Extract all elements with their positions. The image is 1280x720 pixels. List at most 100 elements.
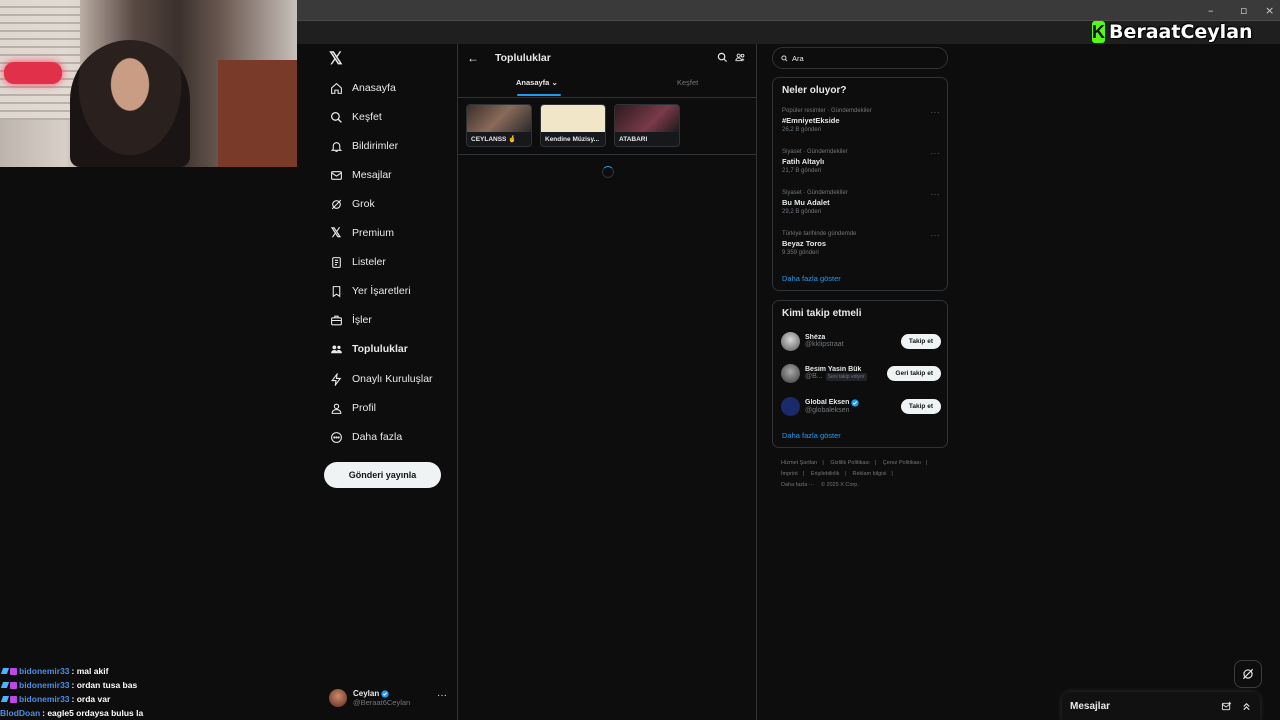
footer-links: Hizmet Şartları | Gizlilik Politikası | Çe…: [781, 458, 941, 491]
community-carousel: CEYLANSS 🤞 Kendine Müzisy... ATABARI: [466, 104, 680, 148]
avatar: [329, 689, 347, 707]
chat-text: : eagle5 ordaysa bulus la: [42, 708, 144, 718]
community-card[interactable]: CEYLANSS 🤞: [466, 104, 532, 147]
nav-item-communities[interactable]: Topluluklar: [329, 339, 408, 359]
nav-item-jobs[interactable]: İşler: [329, 310, 372, 330]
close-icon[interactable]: ×: [1265, 4, 1274, 17]
divider: [458, 154, 757, 155]
trend-item[interactable]: Siyaset · Gündemdekiler Fatih Altaylı 21…: [782, 149, 940, 187]
account-name: Ceylan: [353, 689, 380, 698]
search-placeholder: Ara: [792, 53, 804, 63]
tab-home[interactable]: Anasayfa ⌄: [516, 78, 558, 87]
footer-link[interactable]: Erişilebilirlik: [811, 471, 840, 477]
bell-icon: [329, 139, 343, 153]
nav-item-profile[interactable]: Profil: [329, 398, 376, 418]
suggestion-name: Shéza: [805, 334, 826, 341]
avatar: [781, 396, 800, 416]
more-dots-icon[interactable]: ···: [931, 108, 941, 117]
chat-text: : ordan tusa bas: [71, 680, 138, 690]
x-logo-icon[interactable]: 𝕏: [329, 50, 347, 68]
mail-icon: [329, 168, 343, 182]
primary-nav: 𝕏 Anasayfa Keşfet Bildirimler Mesajlar G…: [297, 44, 457, 720]
footer-link[interactable]: Hizmet Şartları: [781, 460, 817, 466]
show-more-link[interactable]: Daha fazla göster: [782, 274, 841, 283]
follow-button[interactable]: Takip et: [900, 333, 941, 349]
trend-item[interactable]: Siyaset · Gündemdekiler Bu Mu Adalet 29,…: [782, 190, 940, 228]
nav-label: Onaylı Kuruluşlar: [352, 373, 433, 385]
more-dots-icon[interactable]: ···: [931, 231, 941, 240]
follow-suggestion[interactable]: Besim Yasin Bük @B... Seni takip ediyor G…: [781, 361, 941, 385]
trend-item[interactable]: Popüler resimler · Gündemdekiler #Emniye…: [782, 108, 940, 146]
trend-name: Beyaz Toros: [782, 239, 827, 248]
follow-suggestion[interactable]: Global Eksen @globaleksen Takip et: [781, 394, 941, 418]
more-dots-icon[interactable]: ···: [931, 190, 941, 199]
nav-item-grok[interactable]: Grok: [329, 194, 375, 214]
expand-chevrons-icon[interactable]: [1240, 700, 1252, 712]
more-dots-icon[interactable]: ···: [931, 149, 941, 158]
community-name: ATABARI: [619, 136, 648, 143]
communities-main: ← Topluluklar Anasayfa ⌄ Keşfet CEYLANSS…: [457, 44, 757, 720]
nav-item-home[interactable]: Anasayfa: [329, 78, 396, 98]
trend-count: 9.359 gönderi: [782, 250, 819, 256]
chat-text: : orda var: [71, 694, 111, 704]
grok-floating-button[interactable]: [1234, 660, 1262, 688]
footer-separator: |: [874, 460, 877, 466]
nav-label: Yer İşaretleri: [352, 285, 411, 297]
chat-username: bidonemir33: [19, 666, 70, 676]
show-more-link[interactable]: Daha fazla göster: [782, 431, 841, 440]
headset: [4, 62, 62, 84]
follow-button[interactable]: Takip et: [900, 398, 941, 414]
footer-link[interactable]: Reklam bilgisi: [852, 471, 886, 477]
verified-badge-icon: [851, 398, 860, 407]
page-title: Topluluklar: [495, 52, 551, 64]
search-input[interactable]: Ara: [772, 47, 948, 69]
follow-back-button[interactable]: Geri takip et: [887, 365, 941, 381]
tab-explore[interactable]: Keşfet: [677, 78, 698, 87]
communities-settings-icon[interactable]: [735, 52, 747, 64]
minimize-icon[interactable]: –: [1208, 4, 1214, 17]
nav-item-explore[interactable]: Keşfet: [329, 107, 382, 127]
messages-dock-title: Mesajlar: [1070, 700, 1111, 712]
search-icon[interactable]: [717, 52, 729, 64]
who-to-follow-title: Kimi takip etmeli: [782, 308, 862, 319]
follow-suggestion[interactable]: Shéza @kklipstraat Takip et: [781, 329, 941, 353]
post-button[interactable]: Gönderi yayınla: [324, 462, 441, 488]
trend-count: 21,7 B gönderi: [782, 168, 822, 174]
nav-item-messages[interactable]: Mesajlar: [329, 165, 392, 185]
trend-item[interactable]: Türkiye tarihinde gündemde Beyaz Toros 9…: [782, 231, 940, 269]
verified-badge-icon: [381, 689, 389, 698]
more-dots-icon[interactable]: ···: [437, 690, 447, 701]
trend-name: #EmniyetEkside: [782, 116, 840, 125]
streamer-name: BeraatCeylan: [1109, 21, 1253, 43]
suggestion-name: Besim Yasin Bük: [805, 365, 862, 373]
nav-label: İşler: [352, 314, 372, 326]
stream-brand-badge: K BeraatCeylan: [1092, 20, 1253, 44]
back-arrow-icon[interactable]: ←: [467, 51, 479, 65]
community-banner: [615, 105, 679, 132]
nav-item-more[interactable]: Daha fazla: [329, 427, 402, 447]
account-switcher[interactable]: Ceylan @Beraat6Ceylan ···: [329, 686, 447, 710]
nav-item-notifications[interactable]: Bildirimler: [329, 136, 398, 156]
restore-icon[interactable]: ▫: [1240, 4, 1247, 17]
trend-count: 29,2 B gönderi: [782, 209, 822, 215]
badge-icon: [0, 668, 10, 674]
community-card[interactable]: Kendine Müzisy...: [540, 104, 606, 147]
badge-icon: [0, 682, 10, 688]
nav-item-bookmarks[interactable]: Yer İşaretleri: [329, 281, 411, 301]
nav-item-premium[interactable]: 𝕏 Premium: [329, 223, 394, 243]
nav-item-lists[interactable]: Listeler: [329, 252, 386, 272]
trends-title: Neler oluyor?: [782, 85, 847, 96]
nav-item-verified-orgs[interactable]: Onaylı Kuruluşlar: [329, 369, 433, 389]
footer-link[interactable]: İmprint: [781, 471, 798, 477]
community-card[interactable]: ATABARI: [614, 104, 680, 147]
x-premium-icon: 𝕏: [330, 225, 342, 240]
messages-dock[interactable]: Mesajlar: [1062, 692, 1260, 720]
bookmark-icon: [329, 284, 343, 298]
footer-more-link[interactable]: Daha fazla ···: [781, 482, 814, 488]
new-message-icon[interactable]: [1220, 700, 1232, 712]
person-icon: [329, 401, 343, 415]
footer-link[interactable]: Gizlilik Politikası: [830, 460, 869, 466]
footer-link[interactable]: Çerez Politikası: [883, 460, 921, 466]
nav-label: Anasayfa: [352, 82, 396, 94]
active-tab-indicator: [517, 94, 561, 96]
